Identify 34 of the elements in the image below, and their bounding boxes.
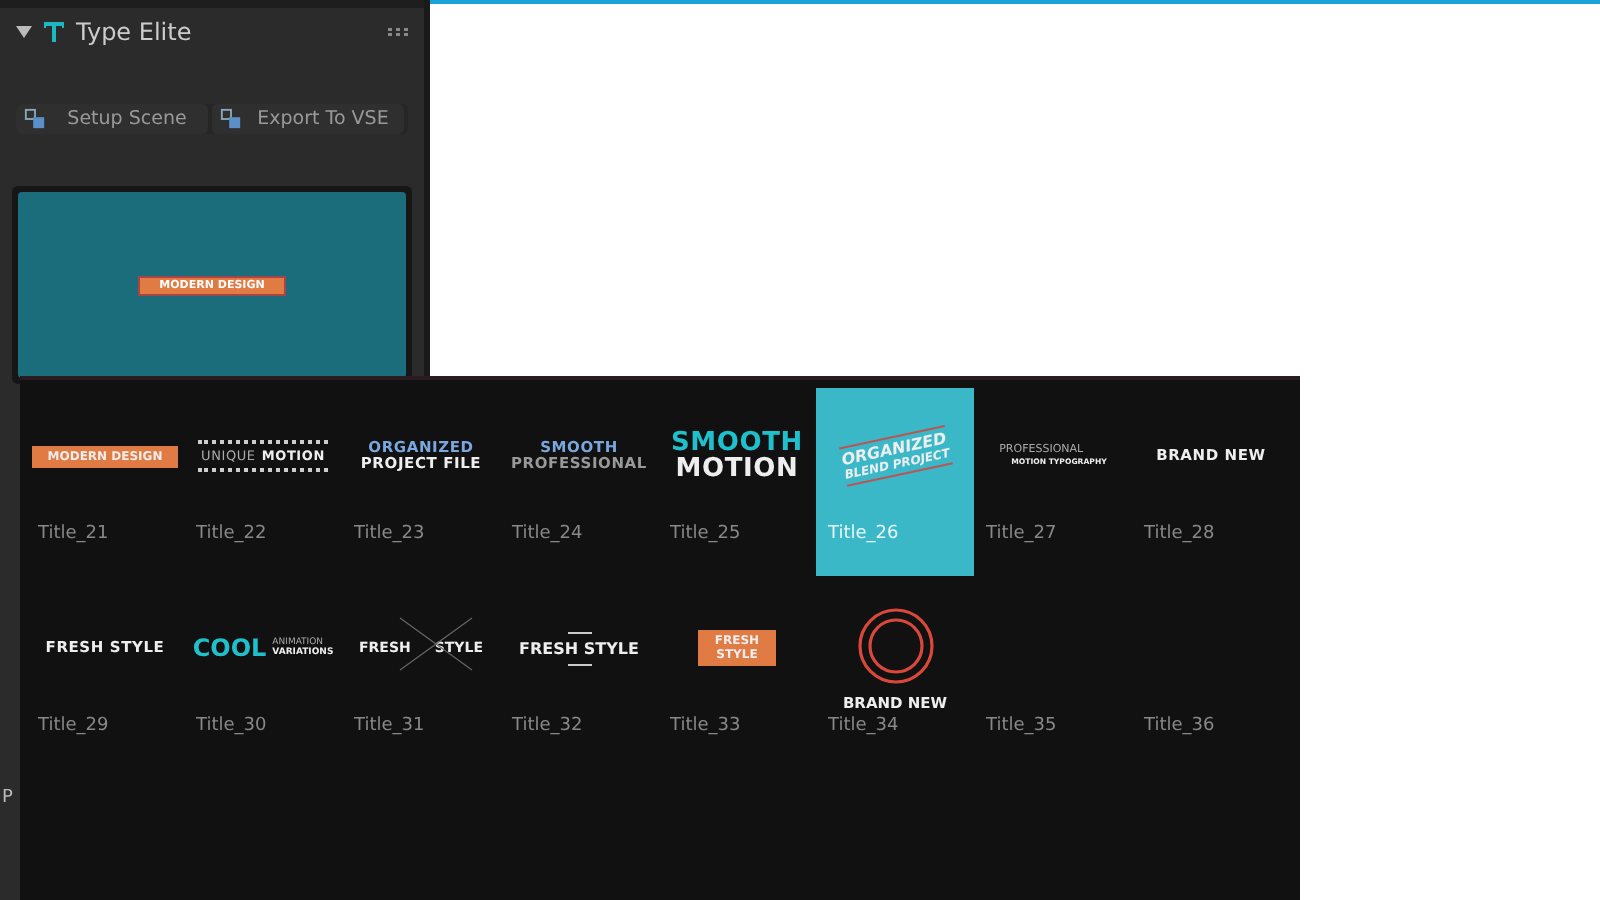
thumbnail-label: Title_27	[984, 524, 1059, 544]
thumbnail-label: Title_35	[984, 716, 1059, 736]
title-thumbnail[interactable]: SMOOTH MOTION Title_25	[658, 388, 816, 576]
letter-t-icon	[42, 20, 66, 44]
thumbnail-label: Title_33	[668, 716, 743, 736]
thumbnail-label: Title_31	[352, 716, 427, 736]
title-thumbnail[interactable]: Title_35	[974, 580, 1132, 768]
window-icon	[24, 108, 46, 130]
thumbnail-label: Title_26	[826, 524, 901, 544]
title-art-text: SMOOTH	[671, 430, 803, 456]
thumbnail-label: Title_34	[826, 716, 901, 736]
title-art-text: FRESH STYLE	[519, 639, 639, 657]
panel-button[interactable]: Export To VSE	[212, 104, 404, 134]
panel-label: P	[2, 788, 13, 808]
title-art-text: MOTION	[675, 456, 799, 482]
thumbnail-label: Title_32	[510, 716, 585, 736]
panel-button[interactable]: Setup Scene	[16, 104, 208, 134]
expand-triangle-icon[interactable]	[16, 24, 32, 40]
thumbnail-label: Title_21	[36, 524, 111, 544]
title-thumbnail[interactable]: Title_36	[1132, 580, 1290, 768]
thumbnail-label: Title_23	[352, 524, 427, 544]
thumbnail-label: Title_36	[1142, 716, 1217, 736]
grip-icon[interactable]	[388, 28, 408, 36]
thumbnail-label: Title_28	[1142, 524, 1217, 544]
ring-icon	[855, 605, 935, 685]
thumbnail-label: Title_24	[510, 524, 585, 544]
thumbnail-label: Title_25	[668, 524, 743, 544]
panel-title: Type Elite	[76, 18, 192, 46]
export-icon	[220, 108, 242, 130]
thumbnail-label: Title_30	[194, 716, 269, 736]
title-art-text: COOL	[192, 634, 267, 662]
thumbnail-label: Title_22	[194, 524, 269, 544]
thumbnail-label: Title_29	[36, 716, 111, 736]
title-thumbnail[interactable]: FRESH STYLE Title_32	[500, 580, 658, 768]
